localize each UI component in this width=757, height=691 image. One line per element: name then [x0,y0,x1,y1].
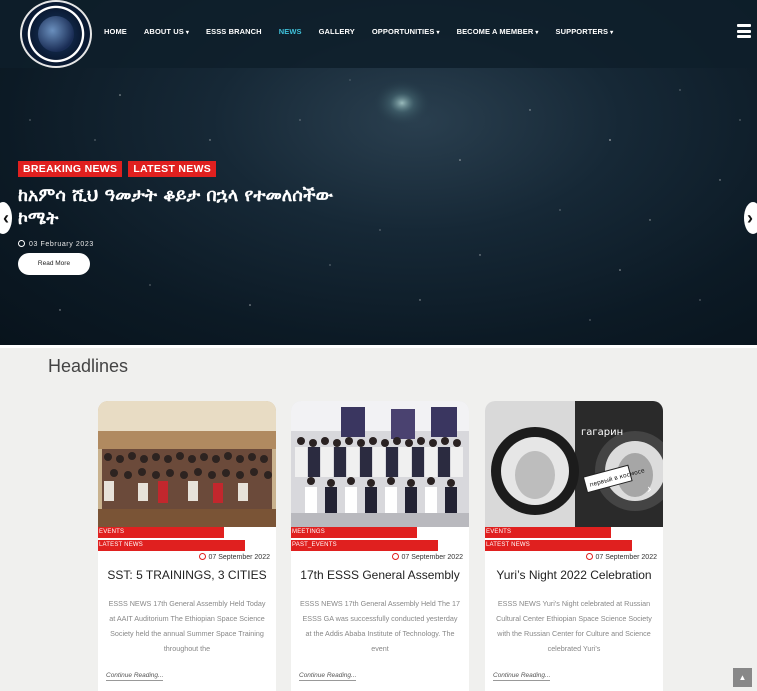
card-title[interactable]: SST: 5 TRAININGS, 3 CITIES [98,568,276,582]
continue-reading-link[interactable]: Continue Reading... [493,672,551,681]
nav-item-esss-branch[interactable]: ESSS BRANCH [206,27,262,36]
nav-item-supporters[interactable]: SUPPORTERS ▾ [555,27,613,36]
card-title[interactable]: Yuri’s Night 2022 Celebration [485,568,663,582]
nav-item-news[interactable]: NEWS [279,27,302,36]
nav-item-label: NEWS [278,27,302,36]
card-image-group-photo[interactable] [291,401,469,527]
nav-item-label: GALLERY [318,27,355,36]
card-date-text: 07 September 2022 [401,554,464,561]
nav-item-label: HOME [104,27,127,36]
clock-icon [391,553,399,560]
nav-item-label: ABOUT US [143,27,184,36]
tag-breaking-news[interactable]: BREAKING NEWS [18,161,123,177]
svg-text:›: › [647,482,652,496]
nav-item-about-us[interactable]: ABOUT US ▾ [144,27,189,36]
hero-headline[interactable]: ከአምሳ ሺህ ዓመታት ቆይታ በኋላ የተመለሰችው ኮሜት [18,184,378,230]
hero-date-text: 03 February 2023 [29,241,94,248]
telescope-emblem-icon [38,16,74,52]
category-label[interactable]: PAST_EVENTS [291,540,438,551]
nav-item-label: OPPORTUNITIES [371,27,435,36]
clock-icon [585,553,593,560]
hero-date: 03 February 2023 [18,240,94,248]
chevron-down-icon: ▾ [535,30,539,36]
news-card: EVENTS LATEST NEWS 07 September 2022 SST… [98,401,276,691]
hero-tags: BREAKING NEWS LATEST NEWS [18,161,217,177]
nav-item-home[interactable]: HOME [104,27,127,36]
card-title[interactable]: 17th ESSS General Assembly [291,568,469,582]
nav-item-label: BECOME A MEMBER [456,27,534,36]
slider-next-chevron-icon[interactable]: › [744,202,757,234]
hero-divider [0,345,757,348]
nav-item-become-a-member[interactable]: BECOME A MEMBER ▾ [457,27,539,36]
news-card: MEETINGS PAST_EVENTS 07 September 2022 1… [291,401,469,691]
card-excerpt: ESSS NEWS Yuri's Night celebrated at Rus… [496,599,652,653]
card-image-gagarin[interactable]: гагарин первый в космосе › [485,401,663,527]
card-date-text: 07 September 2022 [595,554,658,561]
card-excerpt: ESSS NEWS 17th General Assembly Held The… [299,599,461,653]
category-label[interactable]: MEETINGS [291,527,417,538]
card-date: 07 September 2022 [585,553,658,561]
nav-item-opportunities[interactable]: OPPORTUNITIES ▾ [372,27,440,36]
hero-slider: HOME ABOUT US ▾ ESSS BRANCH NEWS GALLERY OPPOR… [0,0,757,345]
category-label[interactable]: LATEST NEWS [485,540,632,551]
continue-reading-link[interactable]: Continue Reading... [106,672,164,681]
clock-icon [18,240,25,247]
card-date: 07 September 2022 [198,553,271,561]
chevron-down-icon: ▾ [610,30,614,36]
continue-reading-link[interactable]: Continue Reading... [299,672,357,681]
scroll-to-top-button[interactable]: ▲ [733,668,752,687]
news-card: гагарин первый в космосе › EVENTS LATEST… [485,401,663,691]
card-date-text: 07 September 2022 [208,554,271,561]
top-navbar: HOME ABOUT US ▾ ESSS BRANCH NEWS GALLERY OPPOR… [0,0,757,68]
category-label[interactable]: LATEST NEWS [98,540,245,551]
tag-latest-news[interactable]: LATEST NEWS [128,161,217,177]
card-date: 07 September 2022 [391,553,464,561]
read-more-button[interactable]: Read More [18,253,90,275]
gagarin-image-text: гагарин [581,427,623,438]
esss-logo[interactable] [20,0,92,68]
clock-icon [198,553,206,560]
nav-item-label: SUPPORTERS [555,27,609,36]
hamburger-menu-icon[interactable] [737,24,751,38]
nav-item-gallery[interactable]: GALLERY [319,27,355,36]
chevron-down-icon: ▾ [185,30,189,36]
card-image-group-photo[interactable] [98,401,276,527]
chevron-down-icon: ▾ [436,30,440,36]
nav-item-label: ESSS BRANCH [206,27,262,36]
category-label[interactable]: EVENTS [98,527,224,538]
main-nav-menu: HOME ABOUT US ▾ ESSS BRANCH NEWS GALLERY OPPOR… [104,27,630,36]
headlines-heading: Headlines [48,356,129,376]
category-label[interactable]: EVENTS [485,527,611,538]
card-excerpt: ESSS NEWS 17th General Assembly Held Tod… [108,599,266,653]
